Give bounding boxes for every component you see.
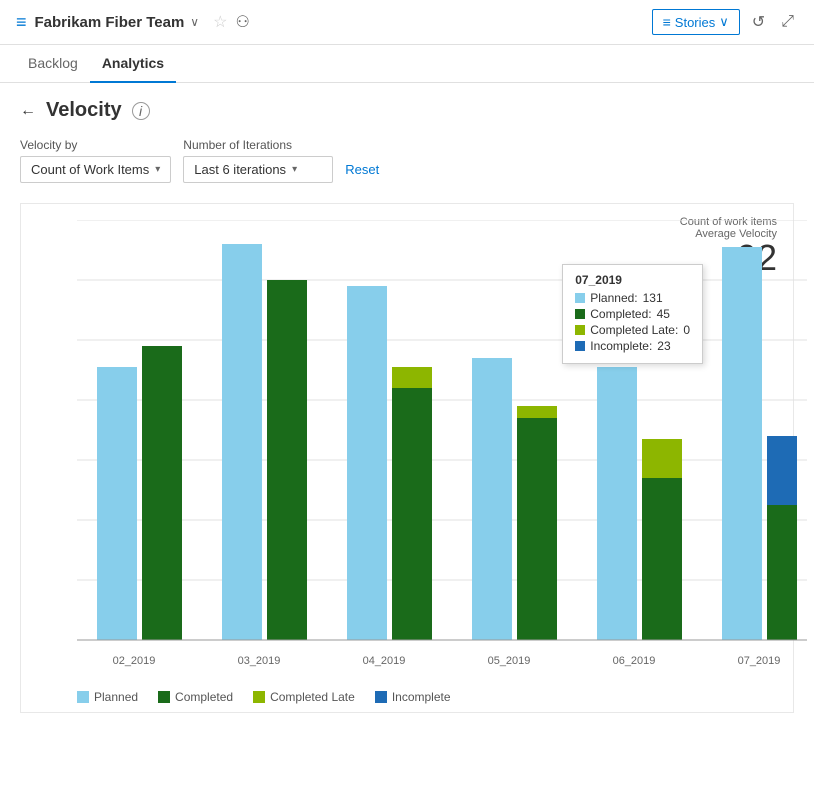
tooltip-completed-swatch (575, 309, 585, 319)
bar-03-planned (222, 250, 262, 640)
velocity-by-select[interactable]: Count of Work Items ▾ (20, 156, 171, 183)
svg-text:07_2019: 07_2019 (738, 655, 781, 667)
bar-07-incomplete (767, 436, 797, 505)
team-members-icon[interactable]: ⚇ (235, 12, 249, 32)
planned-swatch (77, 691, 89, 703)
svg-text:05_2019: 05_2019 (488, 655, 531, 667)
tooltip-planned-label: Planned: (590, 291, 637, 305)
bar-03-completed (267, 280, 307, 640)
bar-02-planned (97, 367, 137, 640)
app-icon: ≡ (16, 12, 27, 33)
planned-label: Planned (94, 690, 138, 704)
bar-05-completed (517, 418, 557, 640)
tooltip-completed-row: Completed: 45 (575, 307, 690, 321)
iterations-filter: Number of Iterations Last 6 iterations ▾ (183, 138, 333, 183)
svg-text:04_2019: 04_2019 (363, 655, 406, 667)
svg-text:02_2019: 02_2019 (113, 655, 156, 667)
team-name: Fabrikam Fiber Team (35, 14, 185, 31)
legend-completed: Completed (158, 690, 233, 704)
tooltip-title: 07_2019 (575, 273, 690, 287)
legend-planned: Planned (77, 690, 138, 704)
tooltip-incomplete-swatch (575, 341, 585, 351)
iterations-label: Number of Iterations (183, 138, 333, 152)
bar-06-late (642, 439, 682, 478)
tooltip-planned-value: 131 (643, 291, 663, 305)
tooltip-planned-row: Planned: 131 (575, 291, 690, 305)
tooltip-completed-late-label: Completed Late: (590, 323, 678, 337)
completed-swatch (158, 691, 170, 703)
completed-label: Completed (175, 690, 233, 704)
tooltip-incomplete-row: Incomplete: 23 (575, 339, 690, 353)
velocity-by-chevron-icon: ▾ (155, 164, 160, 175)
chart-legend: Planned Completed Completed Late Incompl… (37, 690, 777, 704)
help-icon[interactable]: i (132, 102, 150, 120)
reset-button[interactable]: Reset (345, 156, 379, 183)
tooltip-completed-late-value: 0 (683, 323, 690, 337)
bar-06-completed (642, 478, 682, 640)
velocity-by-label: Velocity by (20, 138, 171, 152)
bar-04-completed (392, 388, 432, 640)
velocity-by-value: Count of Work Items (31, 162, 149, 177)
stories-chevron-icon: ∨ (719, 14, 729, 30)
nav-tabs: Backlog Analytics (0, 45, 814, 83)
bar-07-planned (722, 247, 762, 640)
team-chevron-icon[interactable]: ∨ (190, 15, 199, 29)
legend-incomplete: Incomplete (375, 690, 451, 704)
tooltip-completed-late-swatch (575, 325, 585, 335)
iterations-value: Last 6 iterations (194, 162, 286, 177)
svg-text:03_2019: 03_2019 (238, 655, 281, 667)
svg-text:06_2019: 06_2019 (613, 655, 656, 667)
incomplete-label: Incomplete (392, 690, 451, 704)
completed-late-swatch (253, 691, 265, 703)
stories-label: Stories (675, 15, 715, 30)
bar-06-planned (597, 367, 637, 640)
tooltip-completed-value: 45 (657, 307, 670, 321)
stories-button[interactable]: ≡ Stories ∨ (652, 9, 740, 35)
expand-button[interactable]: ⤢ (777, 9, 798, 35)
tooltip-planned-swatch (575, 293, 585, 303)
bar-04-planned (347, 286, 387, 640)
tooltip-incomplete-label: Incomplete: (590, 339, 652, 353)
tooltip-completed-label: Completed: (590, 307, 651, 321)
favorite-icon[interactable]: ☆ (213, 12, 227, 32)
tab-analytics[interactable]: Analytics (90, 45, 176, 83)
bar-05-planned (472, 358, 512, 640)
bar-07-completed (767, 505, 797, 640)
velocity-by-filter: Velocity by Count of Work Items ▾ (20, 138, 171, 183)
filters-bar: Velocity by Count of Work Items ▾ Number… (20, 138, 794, 183)
tooltip-completed-late-row: Completed Late: 0 (575, 323, 690, 337)
legend-completed-late: Completed Late (253, 690, 355, 704)
tab-backlog[interactable]: Backlog (16, 45, 90, 83)
refresh-button[interactable]: ↺ (748, 8, 769, 36)
page-title: Velocity (46, 99, 122, 122)
back-button[interactable]: ← (20, 102, 36, 120)
bar-03-extra (222, 244, 262, 250)
incomplete-swatch (375, 691, 387, 703)
chart-tooltip: 07_2019 Planned: 131 Completed: 45 Compl… (562, 264, 703, 364)
chart-area: Count of work items Average Velocity 92 … (20, 203, 794, 713)
iterations-chevron-icon: ▾ (292, 164, 297, 175)
stories-icon: ≡ (663, 14, 671, 30)
bar-02-completed (142, 346, 182, 640)
bar-05-late (517, 406, 557, 418)
tooltip-incomplete-value: 23 (657, 339, 670, 353)
completed-late-label: Completed Late (270, 690, 355, 704)
iterations-select[interactable]: Last 6 iterations ▾ (183, 156, 333, 183)
bar-04-late (392, 367, 432, 388)
